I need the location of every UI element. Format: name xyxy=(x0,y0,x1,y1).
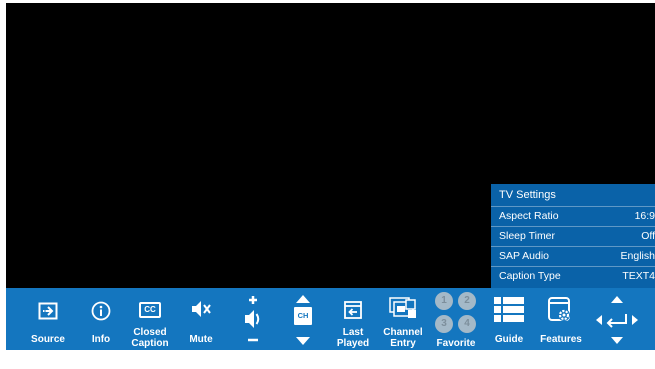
features-label: Features xyxy=(540,334,582,345)
channel-entry-button[interactable]: Channel Entry xyxy=(380,288,426,350)
favorite-3-button[interactable]: 3 xyxy=(435,315,453,333)
settings-row-label: Sleep Timer xyxy=(499,230,556,242)
mute-button[interactable]: Mute xyxy=(182,288,220,350)
source-button[interactable]: Source xyxy=(26,288,70,350)
last-played-button[interactable]: Last Played xyxy=(332,288,374,350)
left-arrow-icon xyxy=(596,315,602,325)
right-arrow-icon xyxy=(632,315,638,325)
settings-row-value: English xyxy=(620,250,655,262)
dpad-control[interactable] xyxy=(592,288,642,350)
closed-caption-button[interactable]: CC Closed Caption xyxy=(124,288,176,350)
settings-row-sleep-timer[interactable]: Sleep Timer Off xyxy=(491,226,655,246)
channel-entry-label-line1: Channel xyxy=(383,327,423,338)
closed-caption-label-line1: Closed xyxy=(133,327,167,338)
settings-title: TV Settings xyxy=(499,189,556,201)
settings-row-value: Off xyxy=(641,230,655,242)
channel-entry-icon xyxy=(389,297,416,318)
last-played-icon xyxy=(344,301,362,319)
features-button[interactable]: Features xyxy=(536,288,586,350)
settings-row-sap-audio[interactable]: SAP Audio English xyxy=(491,246,655,266)
guide-icon xyxy=(494,297,524,322)
channel-entry-label-line2: Entry xyxy=(390,338,416,349)
channel-control[interactable]: CH xyxy=(286,288,320,350)
settings-row-label: SAP Audio xyxy=(499,250,550,262)
tv-screen: TV Settings Aspect Ratio 16:9 Sleep Time… xyxy=(6,3,655,350)
last-played-label-line1: Last xyxy=(342,327,364,338)
mute-icon xyxy=(192,301,211,317)
volume-icon xyxy=(245,296,260,342)
favorite-4-button[interactable]: 4 xyxy=(458,315,476,333)
features-icon xyxy=(548,297,570,321)
down-arrow-icon xyxy=(611,337,623,344)
settings-row-aspect-ratio[interactable]: Aspect Ratio 16:9 xyxy=(491,206,655,226)
volume-control[interactable] xyxy=(236,288,270,350)
settings-row-value: 16:9 xyxy=(634,210,655,222)
channel-icon: CH xyxy=(294,307,312,325)
tv-settings-panel: TV Settings Aspect Ratio 16:9 Sleep Time… xyxy=(491,184,655,288)
favorite-1-button[interactable]: 1 xyxy=(435,292,453,310)
guide-label: Guide xyxy=(494,334,524,345)
settings-row-label: Aspect Ratio xyxy=(499,210,559,222)
closed-caption-icon: CC xyxy=(139,302,161,318)
mute-label: Mute xyxy=(189,334,213,345)
settings-row-caption-type[interactable]: Caption Type TEXT4 xyxy=(491,266,655,286)
info-button[interactable]: Info xyxy=(84,288,118,350)
remote-control-bar: Source Info CC Closed Caption Mute CH La… xyxy=(6,288,655,350)
info-label: Info xyxy=(91,334,111,345)
source-label: Source xyxy=(31,334,65,345)
favorite-label: Favorite xyxy=(436,338,476,349)
favorite-control[interactable]: 1 2 3 4 Favorite xyxy=(430,288,482,350)
settings-row-label: Caption Type xyxy=(499,270,561,282)
up-arrow-icon xyxy=(611,296,623,303)
guide-button[interactable]: Guide xyxy=(490,288,528,350)
favorite-2-button[interactable]: 2 xyxy=(458,292,476,310)
dpad-icon xyxy=(596,296,638,344)
closed-caption-label-line2: Caption xyxy=(131,338,169,349)
settings-row-value: TEXT4 xyxy=(622,270,655,282)
last-played-label-line2: Played xyxy=(336,338,370,349)
source-icon xyxy=(38,302,58,320)
info-icon xyxy=(91,301,111,321)
